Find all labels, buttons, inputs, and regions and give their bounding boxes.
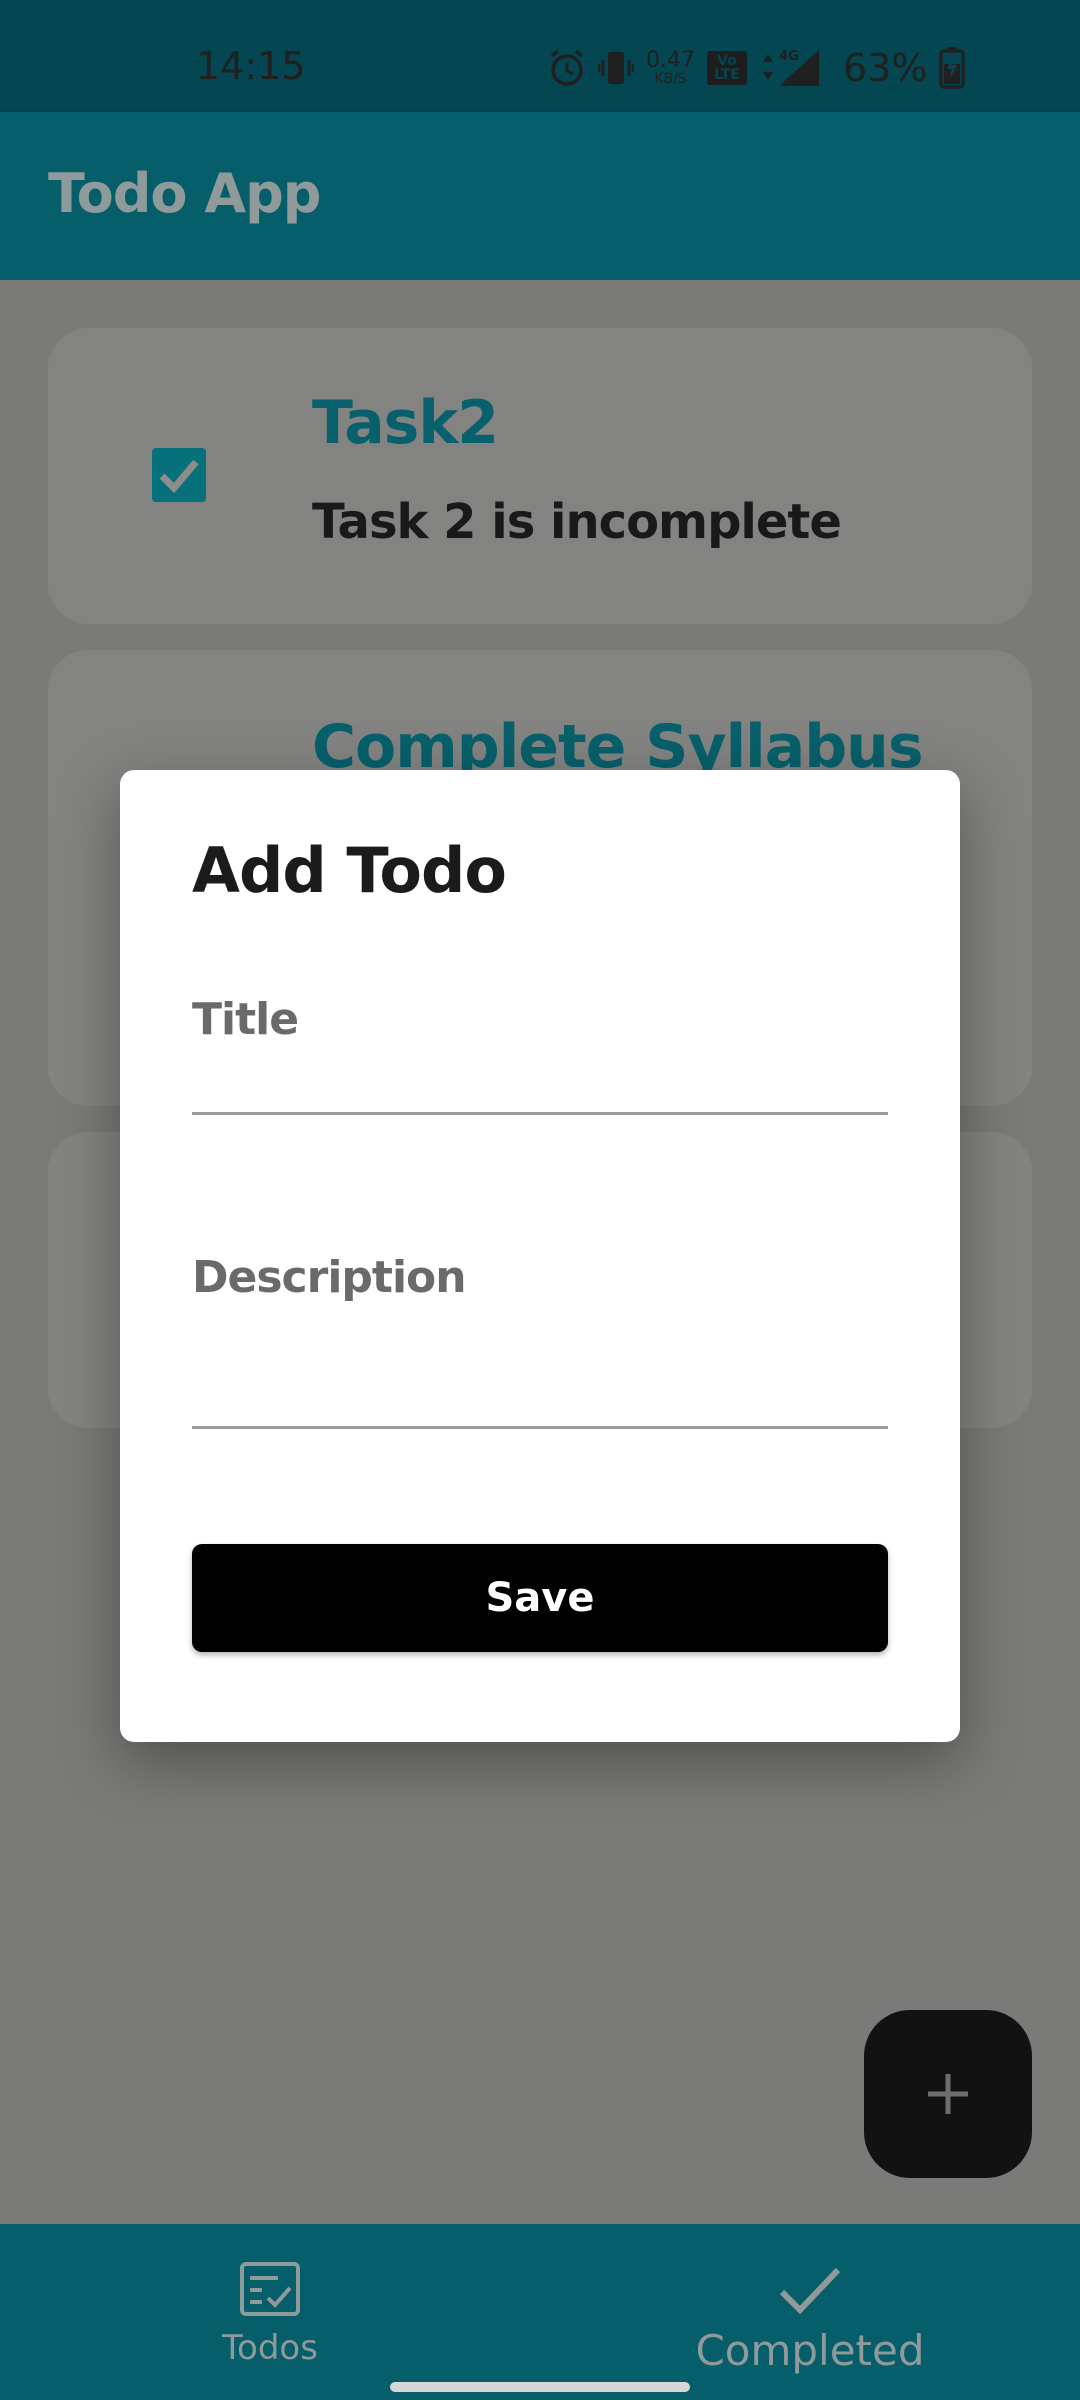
- bottom-nav: Todos Completed: [0, 2224, 1080, 2400]
- status-icons: 0.47 KB/S Vo LTE 4G 63%: [548, 46, 966, 90]
- nav-label-todos: Todos: [222, 2328, 318, 2368]
- check-icon: [779, 2267, 841, 2315]
- volte-badge: Vo LTE: [706, 51, 747, 85]
- todo-description: Task 2 is incomplete: [312, 494, 842, 550]
- app-bar: Todo App: [0, 112, 1080, 280]
- net-speed-unit: KB/S: [654, 71, 687, 87]
- save-button[interactable]: Save: [192, 1544, 888, 1652]
- title-field-underline: [192, 1112, 888, 1115]
- description-field-placeholder[interactable]: Description: [192, 1252, 467, 1303]
- add-todo-fab[interactable]: [864, 2010, 1032, 2178]
- description-field-underline: [192, 1426, 888, 1429]
- svg-text:4G: 4G: [779, 49, 799, 64]
- title-field-placeholder[interactable]: Title: [192, 994, 299, 1045]
- app-title: Todo App: [48, 162, 321, 225]
- signal-icon: 4G: [759, 48, 823, 88]
- todo-list-icon: [240, 2262, 300, 2316]
- alarm-icon: [548, 48, 586, 88]
- add-todo-dialog: Add Todo Title Description Save: [120, 770, 960, 1742]
- gesture-bar[interactable]: [390, 2382, 690, 2392]
- vibrate-icon: [598, 48, 634, 88]
- todo-card[interactable]: Task2 Task 2 is incomplete: [48, 328, 1032, 624]
- dialog-title: Add Todo: [192, 834, 507, 907]
- nav-item-todos[interactable]: Todos: [160, 2224, 380, 2400]
- battery-charging-icon: [939, 47, 966, 89]
- net-speed: 0.47 KB/S: [646, 48, 695, 87]
- plus-icon: [928, 2074, 968, 2114]
- status-bar: 14:15 0.47 KB/S Vo LTE 4G 63%: [0, 0, 1080, 112]
- todo-checkbox[interactable]: [152, 448, 206, 502]
- nav-item-completed[interactable]: Completed: [690, 2224, 930, 2400]
- battery-percent: 63%: [842, 46, 928, 90]
- todo-title: Task2: [312, 388, 499, 458]
- status-time: 14:15: [196, 44, 306, 88]
- nav-label-completed: Completed: [695, 2326, 925, 2375]
- net-speed-value: 0.47: [646, 48, 695, 73]
